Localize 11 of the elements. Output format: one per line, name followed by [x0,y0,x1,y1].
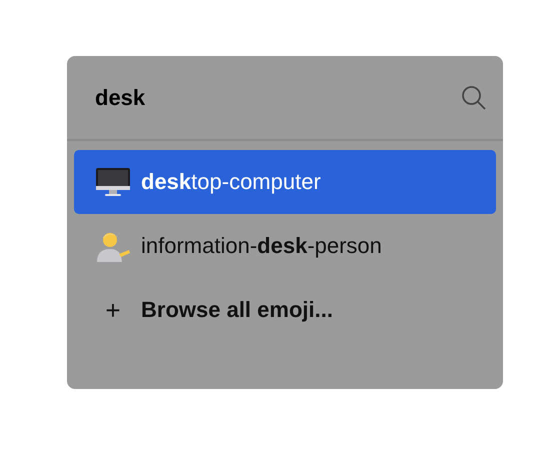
emoji-result[interactable]: + Browse all emoji... [74,278,496,342]
emoji-result[interactable]: information-desk-person [74,214,496,278]
result-label: Browse all emoji... [141,297,333,323]
search-icon[interactable] [461,84,487,110]
search-field[interactable]: desk [95,84,461,110]
emoji-result[interactable]: desktop-computer [74,150,496,214]
result-label: desktop-computer [141,169,321,195]
person-icon [95,230,131,262]
result-label: information-desk-person [141,233,382,259]
plus-icon: + [95,294,131,326]
computer-icon [95,167,131,197]
